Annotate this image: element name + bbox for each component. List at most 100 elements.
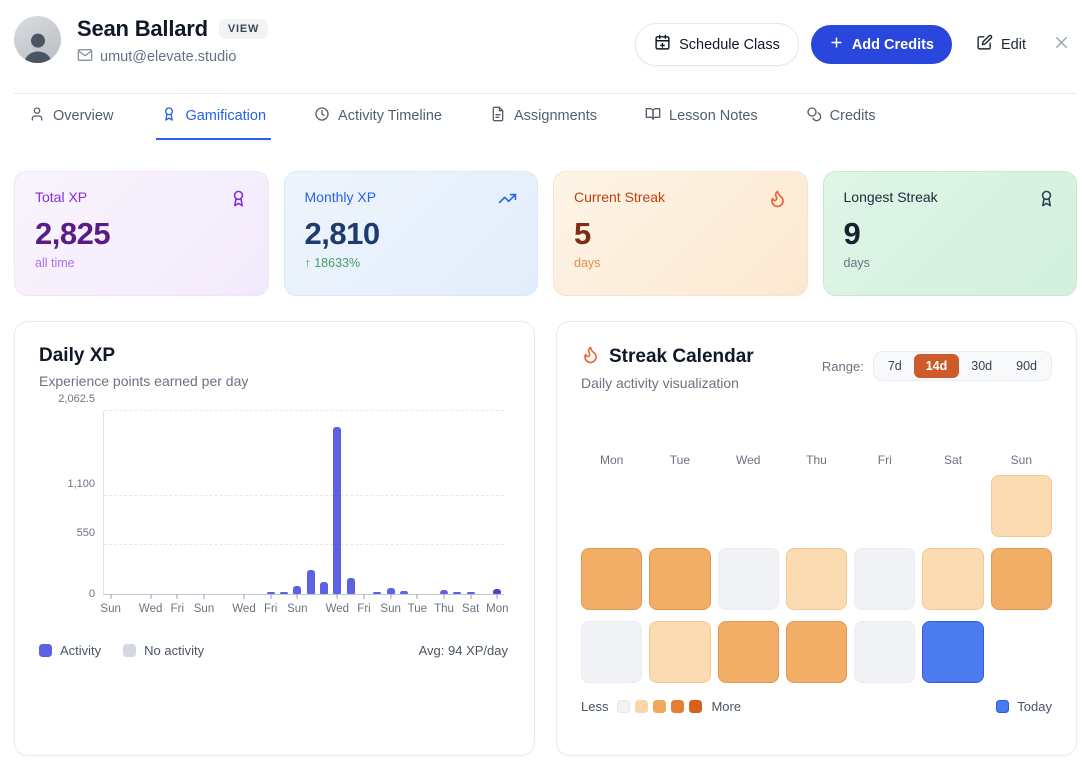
coins-icon bbox=[806, 106, 822, 126]
stat-label: Longest Streak bbox=[844, 189, 938, 205]
xp-bar[interactable] bbox=[293, 586, 301, 594]
today-legend: Today bbox=[996, 699, 1052, 714]
day-header-fri: Fri bbox=[854, 453, 915, 467]
gridline bbox=[104, 495, 504, 496]
calendar-cell-level-0[interactable] bbox=[854, 621, 915, 683]
calendar-empty-slot bbox=[854, 475, 915, 537]
close-button[interactable] bbox=[1048, 25, 1075, 64]
tab-label: Assignments bbox=[514, 108, 597, 124]
x-axis-tick-label: Wed bbox=[326, 603, 349, 615]
xp-bar[interactable] bbox=[333, 427, 341, 594]
schedule-class-button[interactable]: Schedule Class bbox=[635, 23, 799, 66]
y-axis-tick-label: 2,062.5 bbox=[58, 393, 95, 405]
legend-no-activity: No activity bbox=[123, 643, 204, 658]
gridline bbox=[104, 544, 504, 545]
stat-card-row: Total XP2,825all timeMonthly XP2,810↑ 18… bbox=[14, 171, 1077, 296]
edit-button[interactable]: Edit bbox=[970, 26, 1032, 63]
x-axis-tick-label: Fri bbox=[357, 603, 370, 615]
scale-swatch-3 bbox=[671, 700, 684, 713]
tab-lesson-notes[interactable]: Lesson Notes bbox=[640, 94, 763, 140]
x-axis-tick bbox=[417, 594, 418, 599]
tab-gamification[interactable]: Gamification bbox=[156, 94, 271, 140]
range-label: Range: bbox=[822, 359, 864, 374]
calendar-cell-level-1[interactable] bbox=[786, 548, 847, 610]
tab-credits[interactable]: Credits bbox=[801, 94, 881, 140]
range-selector: Range: 7d14d30d90d bbox=[822, 351, 1052, 381]
tab-assignments[interactable]: Assignments bbox=[485, 94, 602, 140]
trending-up-icon bbox=[498, 189, 517, 211]
award-icon bbox=[229, 189, 248, 211]
legend-activity: Activity bbox=[39, 643, 101, 658]
legend-swatch bbox=[123, 644, 136, 657]
day-header-wed: Wed bbox=[718, 453, 779, 467]
x-axis-tick bbox=[270, 594, 271, 599]
avatar bbox=[14, 16, 61, 63]
daily-xp-chart: 05501,1002,062.5SunWedFriSunWedFriSunWed… bbox=[39, 411, 510, 595]
xp-bar[interactable] bbox=[307, 570, 315, 594]
xp-bar[interactable] bbox=[320, 582, 328, 594]
calendar-cell-level-0[interactable] bbox=[581, 621, 642, 683]
stat-value: 2,825 bbox=[35, 216, 248, 252]
view-badge[interactable]: VIEW bbox=[219, 19, 268, 39]
x-axis-tick bbox=[177, 594, 178, 599]
clock-icon bbox=[314, 106, 330, 126]
xp-bar[interactable] bbox=[347, 578, 355, 594]
calendar-cell-level-1[interactable] bbox=[922, 548, 983, 610]
xp-bar[interactable] bbox=[280, 592, 288, 594]
profile-header: Sean Ballard VIEW umut@elevate.studio Sc… bbox=[14, 0, 1077, 93]
calendar-cell-level-2[interactable] bbox=[581, 548, 642, 610]
day-header-sun: Sun bbox=[991, 453, 1052, 467]
scale-swatch-4 bbox=[689, 700, 702, 713]
student-email: umut@elevate.studio bbox=[100, 49, 236, 65]
student-name: Sean Ballard bbox=[77, 16, 208, 42]
tab-label: Lesson Notes bbox=[669, 108, 758, 124]
calendar-cell-level-1[interactable] bbox=[991, 475, 1052, 537]
range-option-14d[interactable]: 14d bbox=[914, 354, 960, 378]
streak-calendar-title: Streak Calendar bbox=[609, 346, 754, 368]
x-axis-tick-label: Sun bbox=[194, 603, 214, 615]
range-option-30d[interactable]: 30d bbox=[959, 354, 1004, 378]
calendar-empty-slot bbox=[718, 475, 779, 537]
daily-xp-card: Daily XP Experience points earned per da… bbox=[14, 321, 535, 756]
x-axis-tick bbox=[390, 594, 391, 599]
user-icon bbox=[29, 106, 45, 126]
legend-swatch bbox=[39, 644, 52, 657]
calendar-cell-level-1[interactable] bbox=[649, 621, 710, 683]
x-axis-tick bbox=[470, 594, 471, 599]
calendar-cell-level-2[interactable] bbox=[991, 548, 1052, 610]
x-axis-tick-label: Wed bbox=[139, 603, 162, 615]
calendar-cell-level-2[interactable] bbox=[786, 621, 847, 683]
close-icon bbox=[1052, 33, 1071, 56]
day-header-sat: Sat bbox=[922, 453, 983, 467]
calendar-cell-level-0[interactable] bbox=[718, 548, 779, 610]
legend-less-label: Less bbox=[581, 699, 608, 714]
x-axis-tick-label: Fri bbox=[264, 603, 277, 615]
calendar-cell-level-2[interactable] bbox=[718, 621, 779, 683]
xp-bar[interactable] bbox=[400, 591, 408, 594]
tab-overview[interactable]: Overview bbox=[24, 94, 118, 140]
daily-xp-title: Daily XP bbox=[39, 345, 510, 367]
add-credits-button[interactable]: Add Credits bbox=[811, 25, 952, 64]
x-axis-tick-label: Sun bbox=[380, 603, 400, 615]
stat-sub: ↑ 18633% bbox=[305, 256, 518, 270]
calendar-empty-slot bbox=[581, 475, 642, 537]
xp-bar[interactable] bbox=[373, 592, 381, 594]
avg-xp-label: Avg: 94 XP/day bbox=[419, 643, 508, 658]
calendar-empty-slot bbox=[649, 475, 710, 537]
calendar-cell-today[interactable] bbox=[922, 621, 983, 683]
stat-value: 2,810 bbox=[305, 216, 518, 252]
xp-bar[interactable] bbox=[453, 592, 461, 594]
x-axis-tick bbox=[497, 594, 498, 599]
tab-activity-timeline[interactable]: Activity Timeline bbox=[309, 94, 447, 140]
legend-today-label: Today bbox=[1017, 699, 1052, 714]
stat-card-monthly-xp: Monthly XP2,810↑ 18633% bbox=[284, 171, 539, 296]
x-axis-tick bbox=[244, 594, 245, 599]
range-option-7d[interactable]: 7d bbox=[876, 354, 914, 378]
day-header-thu: Thu bbox=[786, 453, 847, 467]
intensity-legend: Less More bbox=[581, 699, 741, 714]
x-axis-tick-label: Wed bbox=[232, 603, 255, 615]
range-option-90d[interactable]: 90d bbox=[1004, 354, 1049, 378]
calendar-cell-level-0[interactable] bbox=[854, 548, 915, 610]
calendar-cell-level-2[interactable] bbox=[649, 548, 710, 610]
plus-icon bbox=[829, 35, 844, 54]
